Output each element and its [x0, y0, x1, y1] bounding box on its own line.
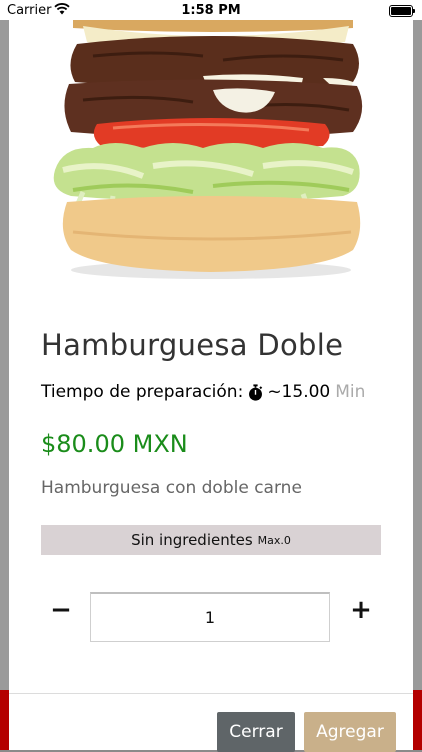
backdrop-left — [0, 0, 9, 750]
ingredients-section[interactable]: Sin ingredientes Max.0 — [41, 525, 381, 555]
battery-icon — [389, 5, 415, 17]
ingredients-label: Sin ingredientes — [131, 531, 253, 549]
prep-time-row: Tiempo de preparación: ~15.00 Min — [41, 382, 365, 402]
quantity-input[interactable] — [90, 592, 330, 642]
ingredients-max: Max.0 — [257, 533, 291, 547]
prep-time-value: ~15.00 — [267, 382, 331, 402]
product-modal: Hamburguesa Doble Tiempo de preparación:… — [9, 20, 413, 752]
prep-time-label: Tiempo de preparación: — [41, 382, 244, 402]
burger-image — [53, 20, 363, 279]
stopwatch-icon — [249, 383, 263, 401]
product-title: Hamburguesa Doble — [41, 328, 344, 362]
footer-divider — [9, 693, 413, 694]
add-to-cart-button[interactable]: Agregar — [304, 712, 396, 752]
decrease-quantity-button[interactable]: − — [39, 588, 83, 632]
increase-quantity-button[interactable]: + — [339, 588, 383, 632]
close-button[interactable]: Cerrar — [217, 712, 295, 752]
product-description: Hamburguesa con doble carne — [41, 478, 302, 498]
backdrop-right — [413, 0, 422, 750]
status-bar: Carrier 1:58 PM — [0, 0, 422, 20]
clock: 1:58 PM — [181, 3, 241, 18]
prep-time-unit: Min — [335, 382, 366, 402]
product-price: $80.00 MXN — [41, 430, 188, 458]
